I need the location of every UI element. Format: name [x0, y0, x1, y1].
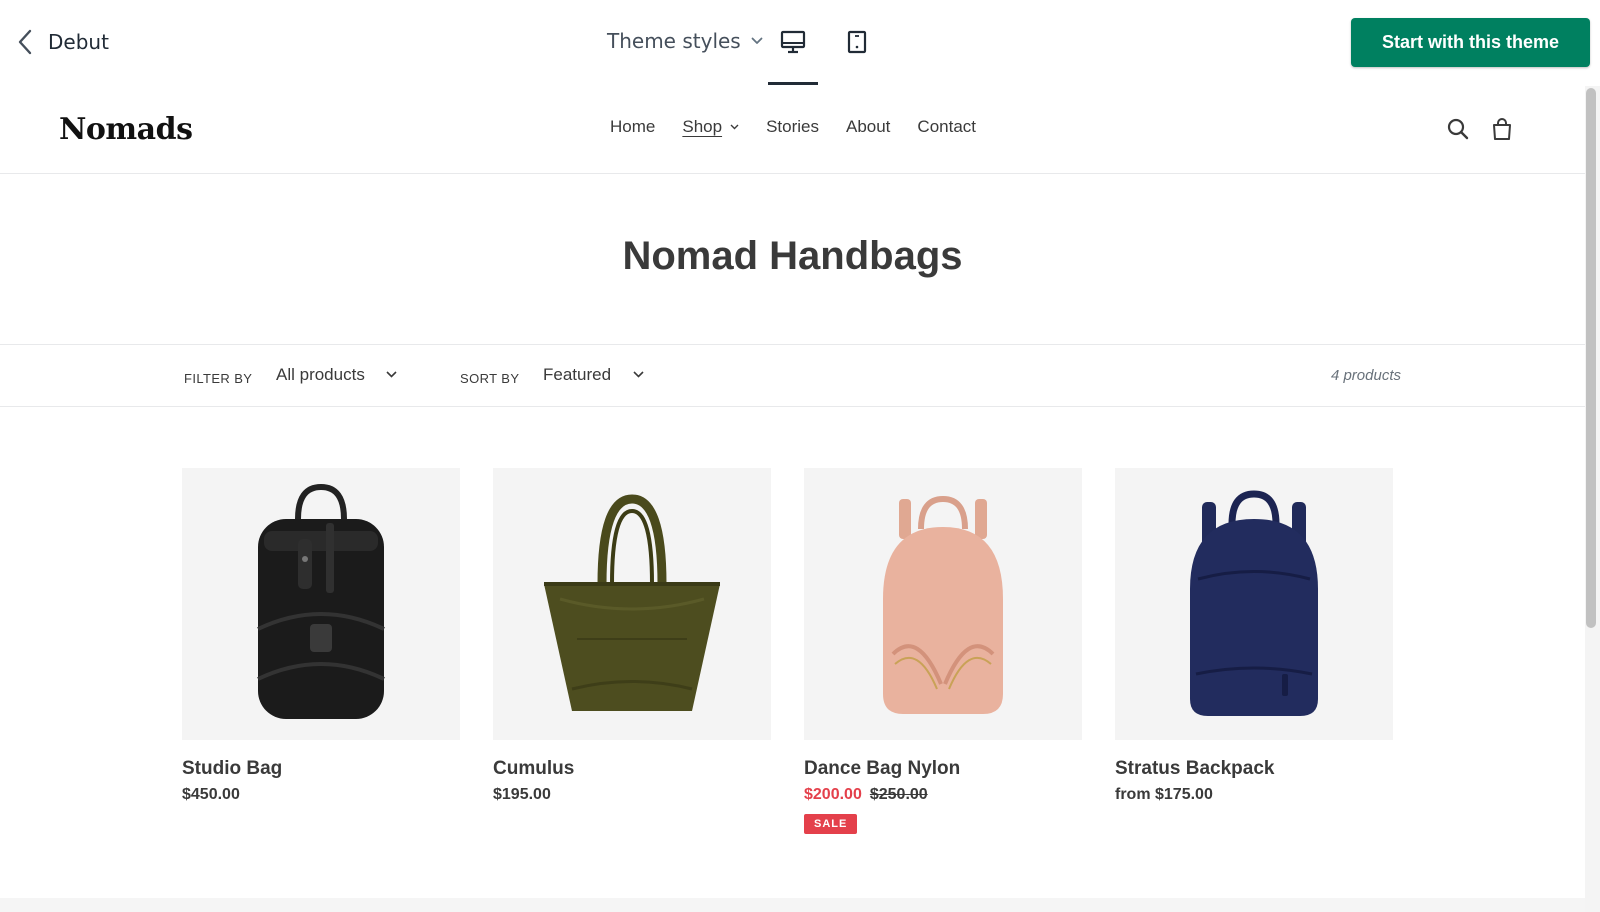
product-price: $450.00: [182, 786, 240, 803]
search-icon: [1447, 118, 1469, 140]
start-with-theme-button[interactable]: Start with this theme: [1351, 18, 1590, 67]
filter-select[interactable]: All products: [276, 365, 402, 385]
back-button[interactable]: Debut: [16, 28, 109, 56]
collection-title: Nomad Handbags: [622, 234, 963, 278]
product-card[interactable]: Cumulus $195.00: [493, 468, 771, 804]
chevron-down-icon: [386, 371, 397, 378]
product-price-row: from $175.00: [1115, 786, 1393, 804]
sort-by-label: SORT BY: [460, 371, 520, 386]
nav-item-home[interactable]: Home: [610, 117, 655, 137]
theme-name: Debut: [48, 30, 109, 54]
sort-select-value: Featured: [543, 365, 612, 384]
product-title[interactable]: Cumulus: [493, 758, 771, 780]
theme-styles-label: Theme styles: [607, 29, 741, 53]
black-backpack-image: [257, 483, 385, 719]
product-image-stratus-backpack[interactable]: [1115, 468, 1393, 740]
theme-preview-bar: Debut Theme styles Start with this theme: [0, 0, 1600, 86]
product-price: from $175.00: [1115, 786, 1213, 803]
search-button[interactable]: [1445, 116, 1471, 142]
sort-select[interactable]: Featured: [543, 365, 647, 385]
cart-bag-icon: [1493, 118, 1511, 140]
product-card[interactable]: Dance Bag Nylon $200.00 $250.00 SALE: [804, 468, 1082, 834]
theme-styles-dropdown[interactable]: Theme styles: [607, 29, 763, 53]
product-card[interactable]: Studio Bag $450.00: [182, 468, 460, 804]
nav-item-about[interactable]: About: [846, 117, 890, 137]
active-view-indicator: [768, 82, 818, 85]
product-price-row: $450.00: [182, 786, 460, 804]
chevron-down-icon: [751, 37, 763, 44]
nav-item-contact[interactable]: Contact: [917, 117, 976, 137]
product-compare-price: $250.00: [869, 786, 928, 803]
pink-backpack-image: [883, 495, 1003, 714]
product-image-cumulus[interactable]: [493, 468, 771, 740]
olive-tote-image: [544, 494, 720, 711]
footer-edge: [0, 898, 1585, 912]
scrollbar-thumb[interactable]: [1586, 88, 1596, 628]
nav-item-label: About: [845, 117, 891, 136]
site-header: Nomads Home Shop Stories About Contact: [0, 86, 1585, 174]
desktop-view-button[interactable]: [768, 22, 818, 62]
chevron-down-icon: [730, 124, 739, 130]
nav-item-label: Shop: [682, 117, 723, 136]
filter-bar: FILTER BY All products SORT BY Featured …: [0, 344, 1585, 407]
nav-item-label: Stories: [766, 117, 819, 136]
cart-button[interactable]: [1489, 116, 1515, 142]
main-nav: Home Shop Stories About Contact: [610, 117, 1003, 137]
mobile-view-button[interactable]: [832, 22, 882, 62]
product-price-row: $195.00: [493, 786, 771, 804]
product-price-row: $200.00 $250.00: [804, 786, 1082, 804]
product-card[interactable]: Stratus Backpack from $175.00: [1115, 468, 1393, 804]
product-sale-price: $200.00: [804, 786, 862, 803]
chevron-left-icon: [18, 29, 32, 55]
nav-item-label: Home: [610, 117, 656, 136]
desktop-icon: [780, 30, 806, 54]
product-title[interactable]: Stratus Backpack: [1115, 758, 1393, 780]
nav-item-shop[interactable]: Shop: [682, 117, 739, 137]
mobile-icon: [847, 30, 867, 54]
filter-by-label: FILTER BY: [184, 371, 253, 386]
product-price: $195.00: [493, 786, 551, 803]
product-count: 4 products: [1330, 367, 1401, 384]
product-title[interactable]: Studio Bag: [182, 758, 460, 780]
sale-badge: SALE: [804, 814, 858, 834]
store-preview: Nomads Home Shop Stories About Contact N…: [0, 86, 1585, 912]
nav-item-label: Contact: [917, 117, 977, 136]
chevron-down-icon: [633, 371, 644, 378]
store-logo[interactable]: Nomads: [59, 112, 193, 147]
product-image-dance-bag-nylon[interactable]: [804, 468, 1082, 740]
product-title[interactable]: Dance Bag Nylon: [804, 758, 1082, 780]
nav-item-stories[interactable]: Stories: [766, 117, 819, 137]
navy-backpack-image: [1190, 490, 1318, 716]
filter-select-value: All products: [276, 365, 365, 384]
product-image-studio-bag[interactable]: [182, 468, 460, 740]
